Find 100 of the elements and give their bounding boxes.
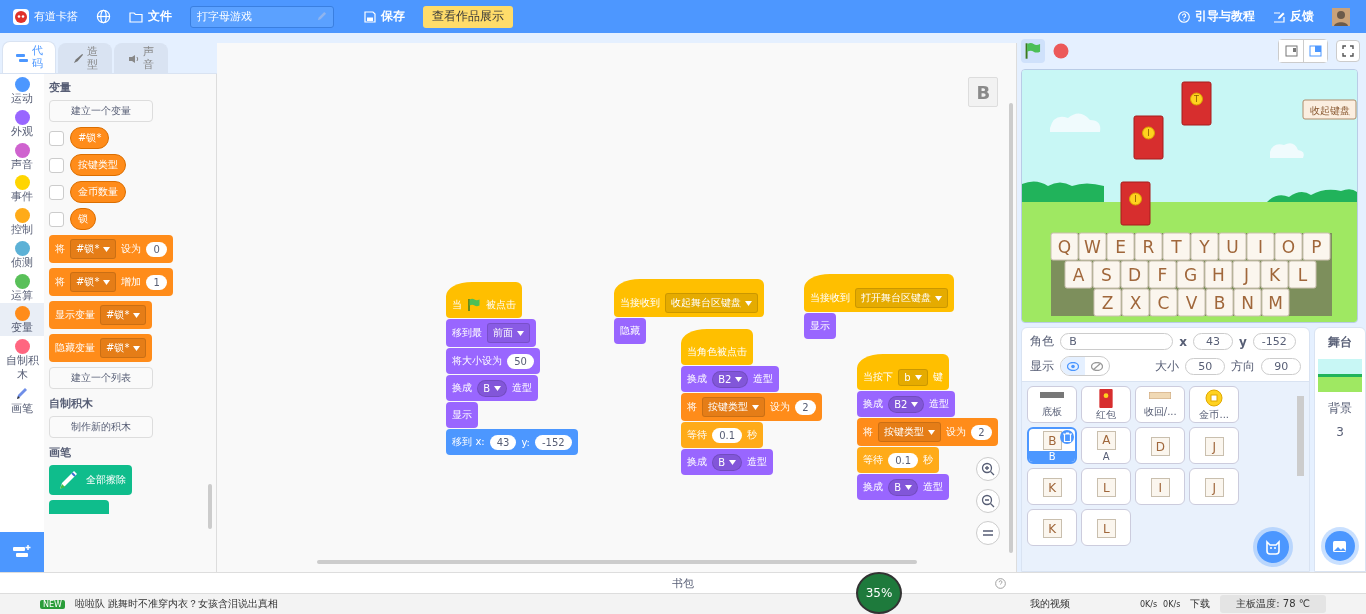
number-input[interactable]: 0.1 xyxy=(888,452,919,468)
stop-icon[interactable] xyxy=(1053,43,1070,59)
category-item[interactable]: 变量 xyxy=(0,303,44,336)
keyboard-key[interactable]: A xyxy=(1064,260,1093,289)
zoom-out-button[interactable] xyxy=(976,489,1001,513)
sprite-tile[interactable]: J xyxy=(1189,427,1240,464)
palette-button[interactable]: 建立一个列表 xyxy=(49,367,153,389)
scrollbar[interactable] xyxy=(1297,396,1305,476)
code-block[interactable]: 显示 xyxy=(804,313,837,339)
scrollbar[interactable] xyxy=(208,484,213,529)
code-block[interactable]: 隐藏变量 #锁* xyxy=(49,334,153,362)
checkbox[interactable] xyxy=(49,211,64,227)
hide-keyboard-button[interactable]: 收起键盘 xyxy=(1302,99,1357,120)
checkbox[interactable] xyxy=(49,130,64,146)
code-block[interactable]: 显示 xyxy=(446,402,479,428)
backpack-label[interactable]: 书包 xyxy=(672,575,694,591)
category-item[interactable]: 运算 xyxy=(0,270,44,304)
globe-icon[interactable] xyxy=(96,9,111,24)
editor-tab[interactable]: 代码 xyxy=(2,41,56,73)
number-input[interactable]: 2 xyxy=(795,399,816,415)
dropdown-field[interactable]: B xyxy=(712,453,743,471)
news-headline[interactable]: 啦啦队 跳舞时不准穿内衣？女孩含泪说出真相 xyxy=(74,597,279,611)
keyboard-key[interactable]: P xyxy=(1302,232,1331,261)
variable-reporter[interactable]: #锁* xyxy=(70,127,110,149)
keyboard-key[interactable]: Z xyxy=(1093,288,1122,317)
sprite-tile[interactable]: B B xyxy=(1027,427,1078,464)
sprite-tile[interactable]: 收回/... xyxy=(1135,386,1186,423)
zoom-in-button[interactable] xyxy=(976,457,1001,481)
keyboard-key[interactable]: K xyxy=(1260,260,1289,289)
number-input[interactable]: 2 xyxy=(971,424,992,440)
keyboard-key[interactable]: R xyxy=(1134,232,1163,261)
keyboard-key[interactable]: T xyxy=(1162,232,1191,261)
sprite-tile[interactable]: 红包 xyxy=(1081,386,1132,423)
category-item[interactable]: 侦测 xyxy=(0,237,44,271)
help-link[interactable]: 引导与教程 xyxy=(1178,8,1255,25)
code-block[interactable]: 等待 0.1 秒 xyxy=(857,447,940,473)
keyboard-key[interactable]: Y xyxy=(1190,232,1219,261)
keyboard-key[interactable]: W xyxy=(1078,232,1107,261)
download-link[interactable]: 下载 xyxy=(1190,597,1211,611)
code-block[interactable]: 将 按键类型 设为 2 xyxy=(681,393,822,421)
delete-button[interactable] xyxy=(1060,430,1075,444)
scrollbar[interactable] xyxy=(1009,103,1014,553)
category-item[interactable]: 画笔 xyxy=(0,382,44,417)
category-item[interactable]: 自制积木 xyxy=(0,336,44,383)
code-block[interactable]: 换成 B 造型 xyxy=(857,474,950,500)
sprite-tile[interactable]: L xyxy=(1081,509,1132,546)
keyboard-key[interactable]: I xyxy=(1246,232,1275,261)
keyboard-key[interactable]: U xyxy=(1218,232,1247,261)
dropdown-field[interactable]: B2 xyxy=(888,395,925,413)
category-item[interactable]: 运动 xyxy=(0,74,44,107)
sprite-tile[interactable]: K xyxy=(1027,468,1078,505)
help-icon[interactable] xyxy=(995,577,1006,589)
category-item[interactable]: 事件 xyxy=(0,172,44,205)
video-link[interactable]: 我的视频 xyxy=(1029,597,1070,611)
number-input[interactable]: 43 xyxy=(489,434,517,450)
code-block[interactable]: 换成 B2 造型 xyxy=(681,366,780,392)
keyboard-key[interactable]: D xyxy=(1120,260,1149,289)
keyboard-key[interactable]: X xyxy=(1121,288,1150,317)
keyboard-key[interactable]: G xyxy=(1176,260,1205,289)
code-block[interactable]: 换成 B 造型 xyxy=(681,449,774,475)
number-input[interactable]: -152 xyxy=(534,434,572,450)
add-backdrop-button[interactable] xyxy=(1325,531,1356,561)
checkbox[interactable] xyxy=(49,157,64,173)
keyboard-key[interactable]: H xyxy=(1204,260,1233,289)
reset-zoom-button[interactable] xyxy=(976,521,1001,545)
code-block[interactable]: 移到最 前面 xyxy=(446,319,537,347)
save-button[interactable]: 保存 xyxy=(364,8,405,25)
editor-tab[interactable]: 声音 xyxy=(114,43,168,73)
dropdown-field[interactable]: #锁* xyxy=(70,272,117,292)
dropdown-field[interactable]: 按键类型 xyxy=(878,422,942,442)
category-item[interactable]: 控制 xyxy=(0,205,44,238)
category-item[interactable]: 外观 xyxy=(0,106,44,140)
keyboard-key[interactable]: V xyxy=(1177,288,1206,317)
code-block[interactable]: 隐藏 xyxy=(614,318,647,344)
keyboard-key[interactable]: B xyxy=(1205,288,1234,317)
dropdown-field[interactable]: #锁* xyxy=(100,338,147,358)
number-input[interactable]: 0.1 xyxy=(712,427,743,443)
sprite-tile[interactable]: 金币... xyxy=(1189,386,1240,423)
code-block[interactable]: 移到 x: 43 y: -152 xyxy=(446,429,578,455)
avatar-icon[interactable] xyxy=(1332,7,1350,26)
sprite-tile[interactable]: A A xyxy=(1081,427,1132,464)
dropdown-field[interactable]: B xyxy=(477,379,508,397)
keyboard-key[interactable]: C xyxy=(1149,288,1178,317)
sprite-tile[interactable]: D xyxy=(1135,427,1186,464)
show-button[interactable] xyxy=(1061,357,1086,375)
sprite-tile[interactable]: J xyxy=(1189,468,1240,505)
code-block[interactable]: 换成 B2 造型 xyxy=(857,391,956,417)
backdrop-thumbnail[interactable] xyxy=(1318,359,1363,392)
dropdown-field[interactable]: 按键类型 xyxy=(702,397,766,417)
keyboard-key[interactable]: S xyxy=(1092,260,1121,289)
keyboard-key[interactable]: J xyxy=(1232,260,1261,289)
palette-button[interactable]: 制作新的积木 xyxy=(49,416,153,438)
variable-reporter[interactable]: 金币数量 xyxy=(70,181,126,203)
keyboard-key[interactable]: E xyxy=(1106,232,1135,261)
checkbox[interactable] xyxy=(49,184,64,200)
sprite-tile[interactable]: L xyxy=(1081,468,1132,505)
variable-reporter[interactable]: 锁 xyxy=(70,208,96,230)
showcase-button[interactable]: 查看作品展示 xyxy=(423,5,513,28)
dropdown-field[interactable]: B xyxy=(888,478,919,496)
keyboard-key[interactable]: F xyxy=(1148,260,1177,289)
